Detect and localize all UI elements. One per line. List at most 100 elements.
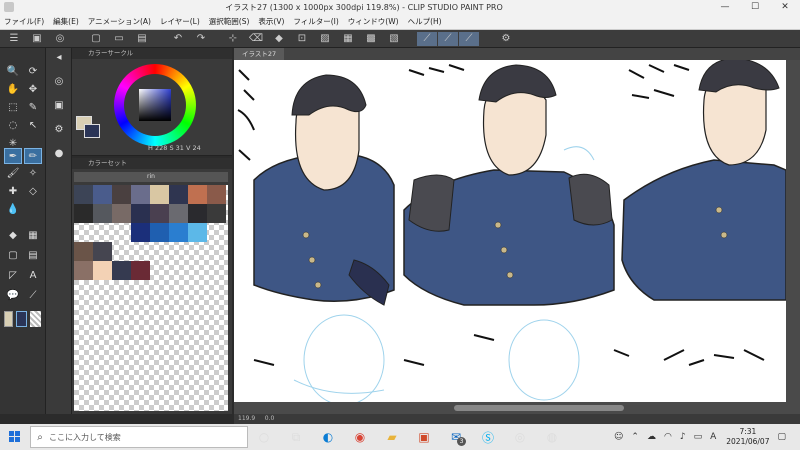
clip-studio-taskbar-icon[interactable]: ◎ [504, 424, 536, 450]
clear-selection-icon[interactable]: ⊹ [224, 32, 242, 46]
crop-icon[interactable]: ▨ [316, 32, 334, 46]
blend-icon[interactable]: 💧 [4, 202, 22, 218]
horizontal-scrollbar[interactable] [234, 402, 800, 414]
color-swatch[interactable] [131, 261, 150, 280]
task-view-icon[interactable]: ⧉ [280, 424, 312, 450]
color-swatch[interactable] [112, 204, 131, 223]
mail-icon[interactable]: ✉ 3 [440, 424, 472, 450]
operation-icon[interactable]: ↖ [24, 118, 42, 134]
eraser-selection-icon[interactable]: ⌫ [247, 32, 265, 46]
hamburger-menu-icon[interactable]: ☰ [5, 32, 23, 46]
color-swatch[interactable] [131, 223, 150, 242]
stabilizer-3-icon[interactable]: ⟋ [459, 31, 479, 46]
menu-help[interactable]: ヘルプ(H) [408, 16, 442, 27]
clock[interactable]: 7:31 2021/06/07 [726, 427, 769, 447]
clip-studio-paint-taskbar-icon[interactable]: ◍ [536, 424, 568, 450]
color-swatch[interactable] [169, 204, 188, 223]
color-swatch[interactable] [74, 185, 93, 204]
color-swatch[interactable] [188, 185, 207, 204]
frame-icon[interactable]: ▦ [339, 32, 357, 46]
save-icon[interactable]: ▤ [133, 32, 151, 46]
figure-icon[interactable]: ▢ [4, 248, 22, 264]
color-swatch[interactable] [150, 223, 169, 242]
color-swatch[interactable] [93, 204, 112, 223]
color-swatch[interactable] [74, 261, 93, 280]
transform-icon[interactable]: ⊡ [293, 32, 311, 46]
settings-icon[interactable]: ⚙ [497, 32, 515, 46]
balloon-icon[interactable]: 💬 [4, 288, 22, 304]
select-icon[interactable]: ⬚ [4, 100, 22, 116]
lasso-icon[interactable]: ◌ [4, 118, 22, 134]
tray-overflow-icon[interactable]: ⌃ [631, 432, 639, 442]
pencil-icon[interactable]: ✏ [24, 148, 42, 164]
fill-icon[interactable]: ◆ [270, 32, 288, 46]
vertical-scrollbar[interactable] [786, 60, 800, 414]
canvas-area[interactable] [234, 60, 800, 414]
color-swatch[interactable] [93, 242, 112, 261]
move-icon[interactable]: ✥ [24, 82, 42, 98]
maximize-button[interactable]: ☐ [740, 2, 770, 12]
chrome-icon[interactable]: ◉ [344, 424, 376, 450]
eyedropper-icon[interactable]: ✎ [24, 100, 42, 116]
file-explorer-icon[interactable]: ▰ [376, 424, 408, 450]
taskbar-search[interactable]: ⌕ ここに入力して検索 [30, 426, 248, 448]
undo-icon[interactable]: ↶ [169, 32, 187, 46]
menu-layer[interactable]: レイヤー(L) [160, 16, 200, 27]
redo-icon[interactable]: ↷ [192, 32, 210, 46]
decoration-icon[interactable]: ✚ [4, 184, 22, 200]
eraser-icon[interactable]: ◇ [24, 184, 42, 200]
zoom-status[interactable]: 119.9 [238, 415, 255, 422]
color-swatch[interactable] [74, 242, 93, 261]
menu-selection[interactable]: 選択範囲(S) [209, 16, 250, 27]
correct-line-icon[interactable]: ⟋ [24, 288, 42, 304]
scroll-thumb[interactable] [454, 405, 624, 411]
color-swatch[interactable] [188, 223, 207, 242]
skype-icon[interactable]: Ⓢ [472, 424, 504, 450]
store-icon[interactable]: ▣ [408, 424, 440, 450]
main-color-swatch[interactable] [4, 311, 13, 327]
navigator-icon[interactable]: ◎ [50, 74, 68, 90]
sub-color-swatch[interactable] [16, 311, 27, 327]
battery-icon[interactable]: ▭ [694, 432, 703, 442]
color-swatch[interactable] [207, 204, 226, 223]
stabilizer-1-icon[interactable]: ⟋ [417, 31, 437, 46]
ruler-icon[interactable]: ▧ [385, 32, 403, 46]
wifi-icon[interactable]: ◠ [664, 432, 672, 442]
new-canvas-icon[interactable]: ▣ [28, 32, 46, 46]
notification-icon[interactable]: ▢ [777, 432, 786, 442]
open-folder-icon[interactable]: ▭ [110, 32, 128, 46]
color-swatch[interactable] [93, 261, 112, 280]
brush-icon[interactable]: 🖌 [4, 166, 22, 182]
transparent-color-swatch[interactable] [30, 311, 41, 327]
zoom-icon[interactable]: 🔍 [4, 64, 22, 80]
layer-property-icon[interactable]: ▣ [50, 98, 68, 114]
hue-ring[interactable] [114, 64, 196, 146]
menu-animation[interactable]: アニメーション(A) [88, 16, 151, 27]
minimize-button[interactable]: — [710, 2, 740, 12]
people-icon[interactable]: ☺ [614, 432, 623, 442]
color-swatch[interactable] [93, 185, 112, 204]
drawing-canvas[interactable] [234, 60, 786, 402]
hand-icon[interactable]: ✋ [4, 82, 22, 98]
new-file-icon[interactable]: ▢ [87, 32, 105, 46]
stabilizer-2-icon[interactable]: ⟋ [438, 31, 458, 46]
onedrive-icon[interactable]: ☁ [647, 432, 656, 442]
airbrush-icon[interactable]: ✧ [24, 166, 42, 182]
color-swatch[interactable] [207, 185, 226, 204]
color-swatch[interactable] [131, 204, 150, 223]
angle-status[interactable]: 0.0 [265, 415, 275, 422]
menu-window[interactable]: ウィンドウ(W) [348, 16, 399, 27]
rotate-icon[interactable]: ⟳ [24, 64, 42, 80]
ruler-tool-icon[interactable]: ◸ [4, 268, 22, 284]
color-swatch[interactable] [112, 261, 131, 280]
frame-border-icon[interactable]: ▤ [24, 248, 42, 264]
color-swatch[interactable] [169, 185, 188, 204]
saturation-value-square[interactable] [139, 89, 171, 121]
ime-indicator[interactable]: A [710, 432, 716, 442]
subtool-menu-icon[interactable]: ◂ [50, 50, 68, 66]
fill-bucket-icon[interactable]: ◆ [4, 228, 22, 244]
brush-size-icon[interactable]: ● [50, 146, 68, 162]
menu-file[interactable]: ファイル(F) [4, 16, 44, 27]
color-swatch[interactable] [112, 185, 131, 204]
tool-property-icon[interactable]: ⚙ [50, 122, 68, 138]
